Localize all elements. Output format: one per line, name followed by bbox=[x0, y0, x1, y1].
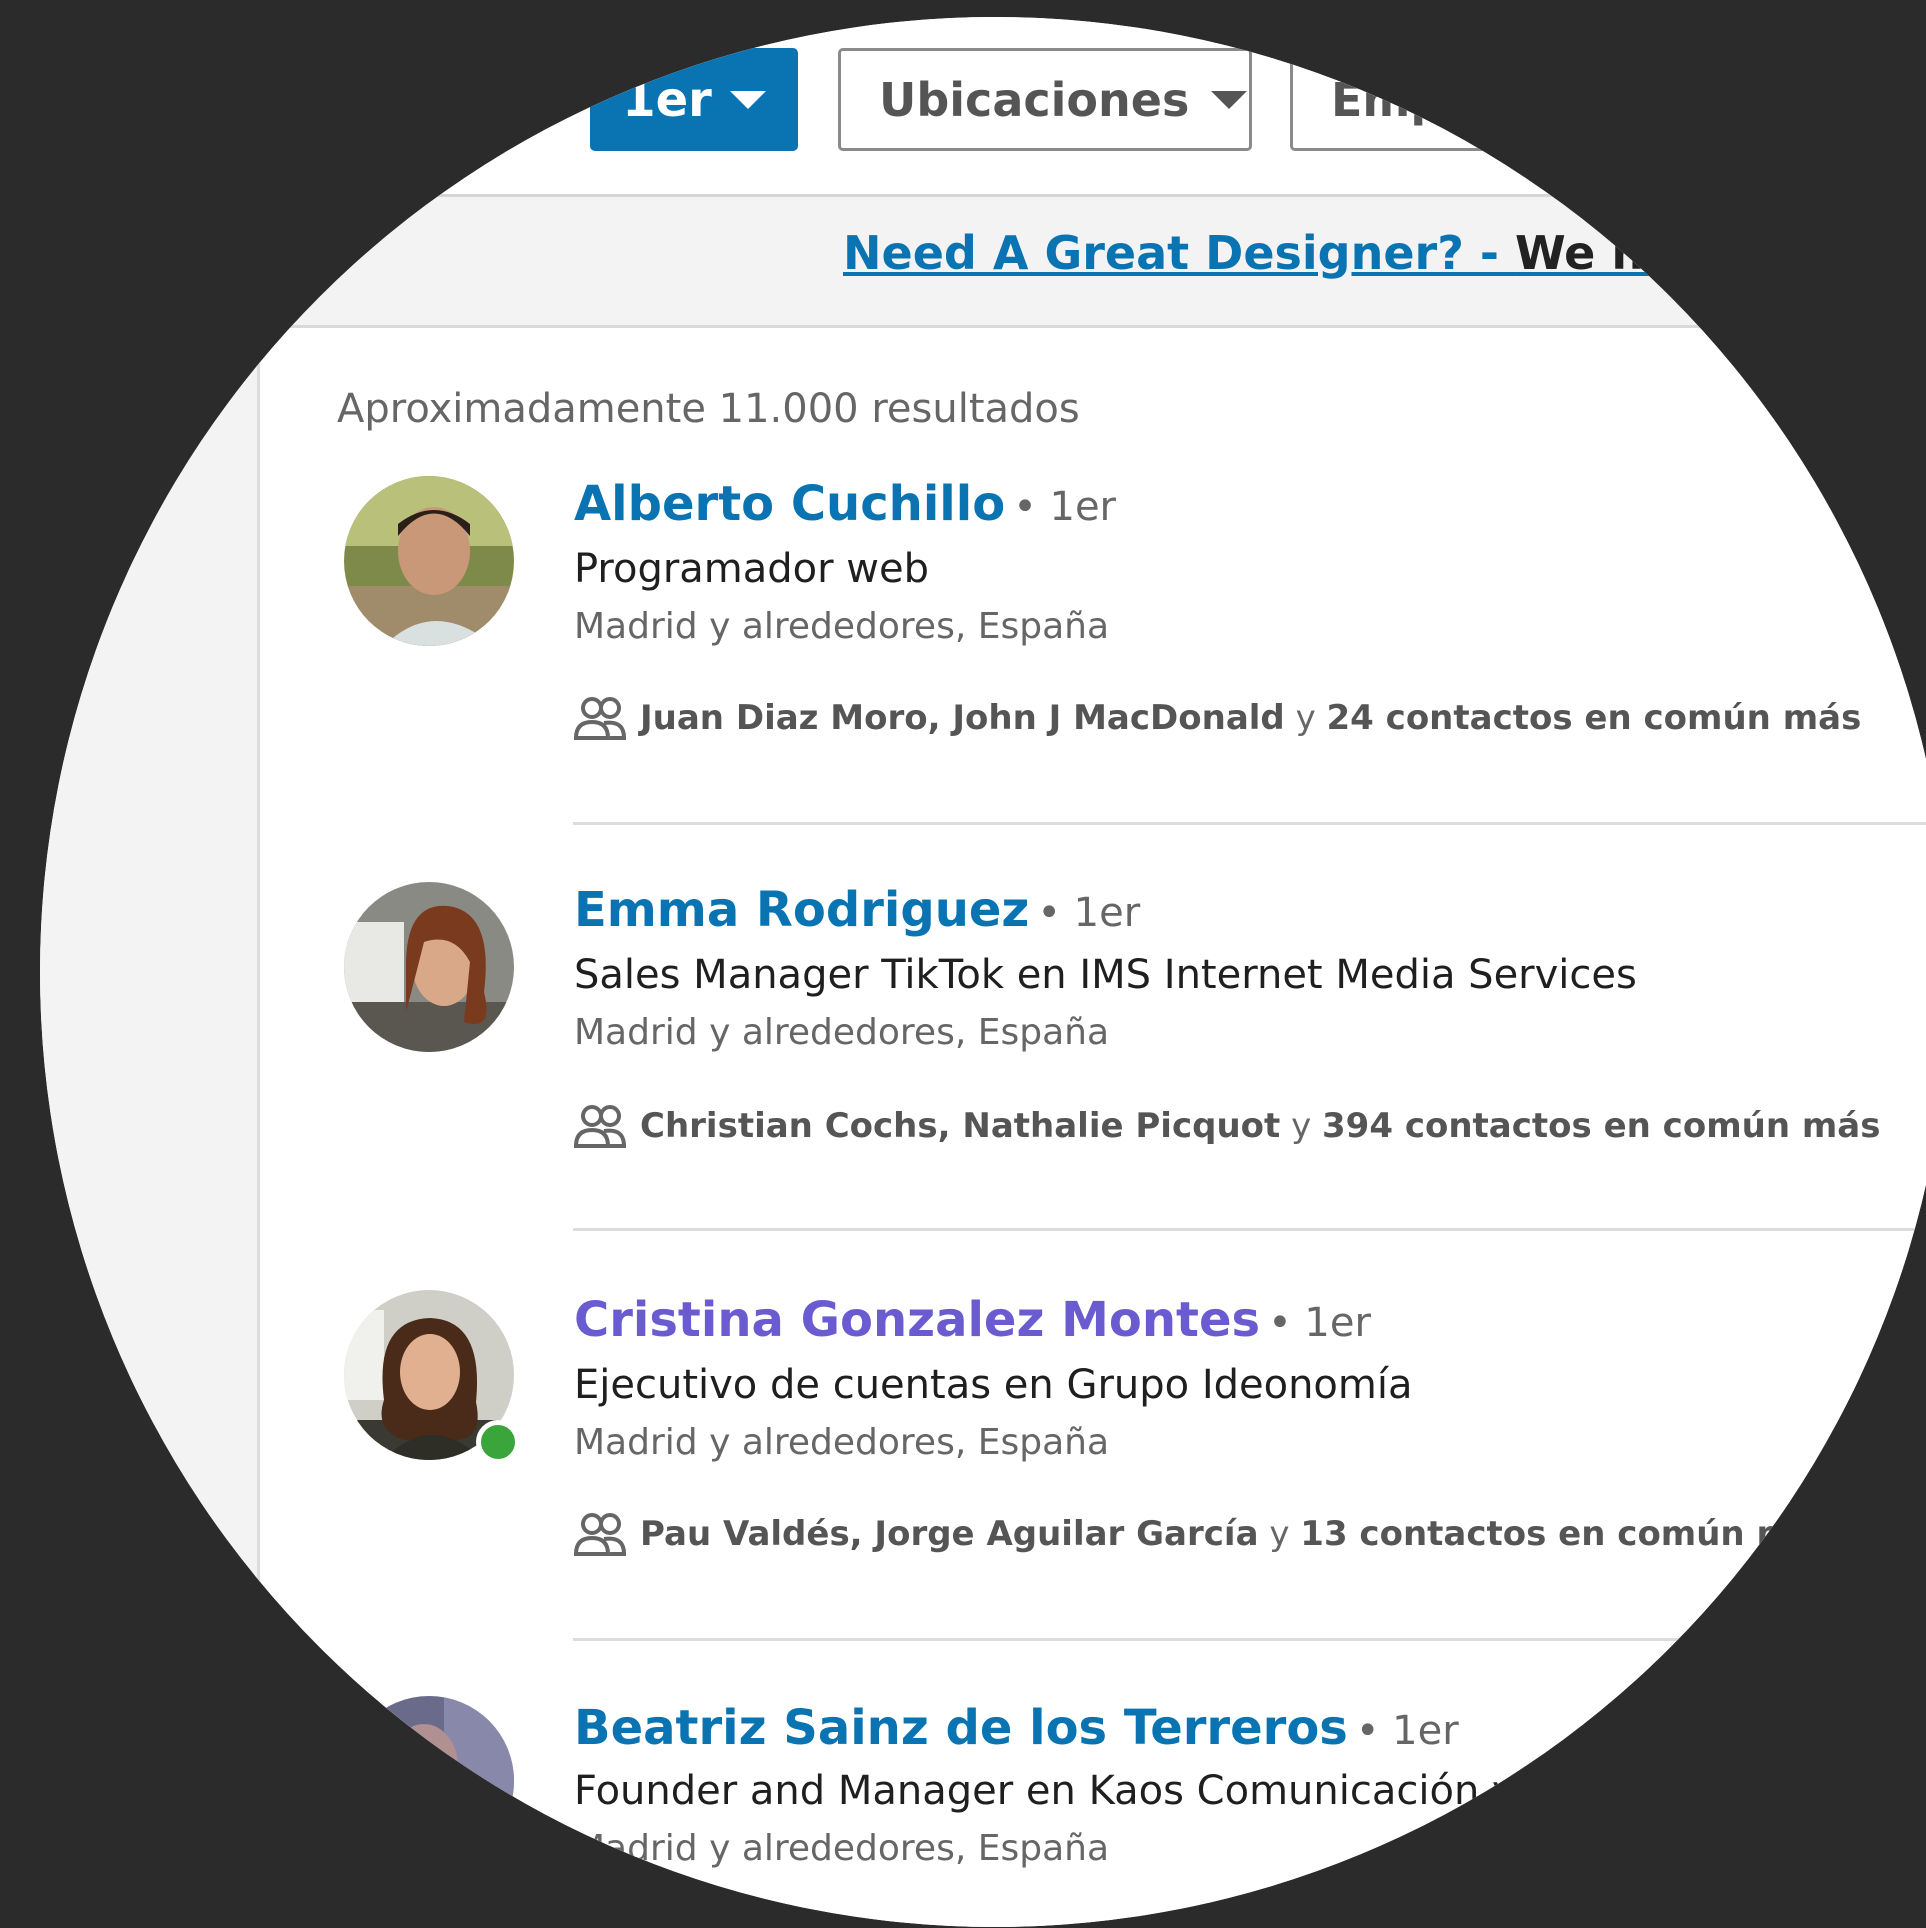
profile-location: Madrid y alrededores, España bbox=[574, 1828, 1110, 1869]
profile-name-link[interactable]: Emma Rodriguez bbox=[574, 882, 1029, 938]
ad-rest-text: We have bbox=[1515, 226, 1737, 280]
profile-headline: Founder and Manager en Kaos Comunicación… bbox=[574, 1768, 1578, 1814]
avatar[interactable] bbox=[344, 882, 514, 1052]
connection-degree: • 1er bbox=[1037, 890, 1141, 936]
profile-location: Madrid y alrededores, España bbox=[574, 606, 1110, 647]
connection-filter-button[interactable]: 1er bbox=[590, 48, 798, 151]
online-status-dot bbox=[476, 1420, 520, 1464]
divider bbox=[573, 1638, 1926, 1641]
caret-down-icon bbox=[729, 90, 766, 109]
people-icon bbox=[574, 1105, 626, 1148]
result-name-line: Beatriz Sainz de los Terreros • 1er bbox=[574, 1700, 1459, 1756]
avatar[interactable] bbox=[344, 476, 514, 646]
locations-filter-label: Ubicaciones bbox=[879, 72, 1190, 127]
shared-more: 394 contactos en común más bbox=[1322, 1106, 1881, 1146]
shared-and: y bbox=[1295, 698, 1316, 738]
shared-names: Christian Cochs, Nathalie Picquot bbox=[640, 1106, 1281, 1146]
locations-filter-button[interactable]: Ubicaciones bbox=[838, 48, 1252, 151]
divider bbox=[573, 1228, 1926, 1231]
shared-connections[interactable]: Juan Diaz Moro, John J MacDonald y 24 co… bbox=[574, 696, 1861, 740]
connection-degree: • 1er bbox=[1013, 484, 1116, 530]
shared-more: 24 contactos en común más bbox=[1326, 698, 1862, 738]
profile-name-link[interactable]: Alberto Cuchillo bbox=[574, 476, 1005, 532]
result-name-line: Emma Rodriguez • 1er bbox=[574, 882, 1140, 938]
page-canvas: 1er Ubicaciones Emp Need A Great Designe… bbox=[40, 17, 1926, 1927]
connection-filter-label: 1er bbox=[622, 71, 712, 128]
result-name-line: Cristina Gonzalez Montes • 1er bbox=[574, 1292, 1371, 1348]
people-icon bbox=[574, 1513, 626, 1556]
search-filter-bar: 1er Ubicaciones Emp bbox=[40, 17, 1926, 197]
shared-names: Juan Diaz Moro, John J MacDonald bbox=[640, 698, 1285, 738]
profile-headline: Programador web bbox=[574, 546, 930, 592]
shared-and: y bbox=[1291, 1106, 1312, 1146]
shared-more: 13 contactos en común más bbox=[1300, 1514, 1836, 1554]
left-sidebar bbox=[40, 328, 260, 1927]
shared-and: y bbox=[1269, 1514, 1290, 1554]
magnifier-lens: 1er Ubicaciones Emp Need A Great Designe… bbox=[40, 17, 1926, 1927]
company-filter-button[interactable]: Emp bbox=[1290, 48, 1710, 151]
caret-down-icon bbox=[1211, 90, 1248, 109]
profile-name-link[interactable]: Cristina Gonzalez Montes bbox=[574, 1292, 1260, 1348]
connection-degree: • 1er bbox=[1355, 1708, 1459, 1754]
shared-connections[interactable]: Christian Cochs, Nathalie Picquot y 394 … bbox=[574, 1104, 1880, 1148]
profile-name-link[interactable]: Beatriz Sainz de los Terreros bbox=[574, 1700, 1348, 1756]
divider bbox=[573, 822, 1926, 825]
profile-location: Madrid y alrededores, España bbox=[574, 1012, 1110, 1053]
profile-location: Madrid y alrededores, España bbox=[574, 1422, 1110, 1463]
profile-headline: Sales Manager TikTok en IMS Internet Med… bbox=[574, 952, 1637, 998]
profile-headline: Ejecutivo de cuentas en Grupo Ideonomía bbox=[574, 1362, 1413, 1408]
result-count: Aproximadamente 11.000 resultados bbox=[337, 386, 1080, 432]
avatar[interactable] bbox=[344, 1696, 514, 1866]
connection-degree: • 1er bbox=[1268, 1300, 1371, 1346]
company-filter-label: Emp bbox=[1331, 72, 1444, 127]
ad-link[interactable]: Need A Great Designer? - We have bbox=[843, 226, 1736, 280]
people-icon bbox=[574, 697, 626, 740]
shared-connections[interactable]: Pau Valdés, Jorge Aguilar García y 13 co… bbox=[574, 1512, 1835, 1556]
result-name-line: Alberto Cuchillo • 1er bbox=[574, 476, 1116, 532]
shared-names: Pau Valdés, Jorge Aguilar García bbox=[640, 1514, 1259, 1554]
ad-link-text: Need A Great Designer? - bbox=[843, 226, 1516, 280]
